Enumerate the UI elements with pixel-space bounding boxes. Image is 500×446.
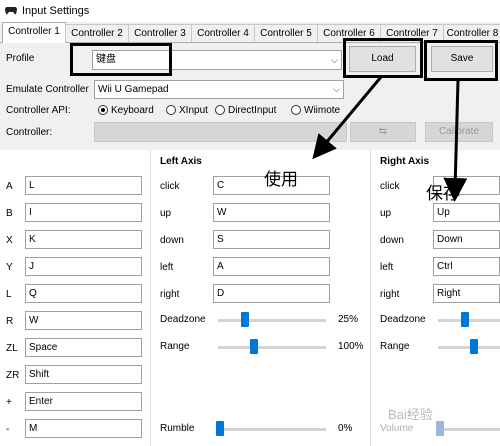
watermark: Bai经验 (388, 407, 433, 422)
annotation-arrows (312, 76, 468, 202)
annotation-use: 使用 (264, 170, 298, 190)
arrow-to-save (443, 79, 468, 202)
arrow-to-use (312, 76, 383, 160)
annotation-save: 保存 (426, 184, 460, 204)
